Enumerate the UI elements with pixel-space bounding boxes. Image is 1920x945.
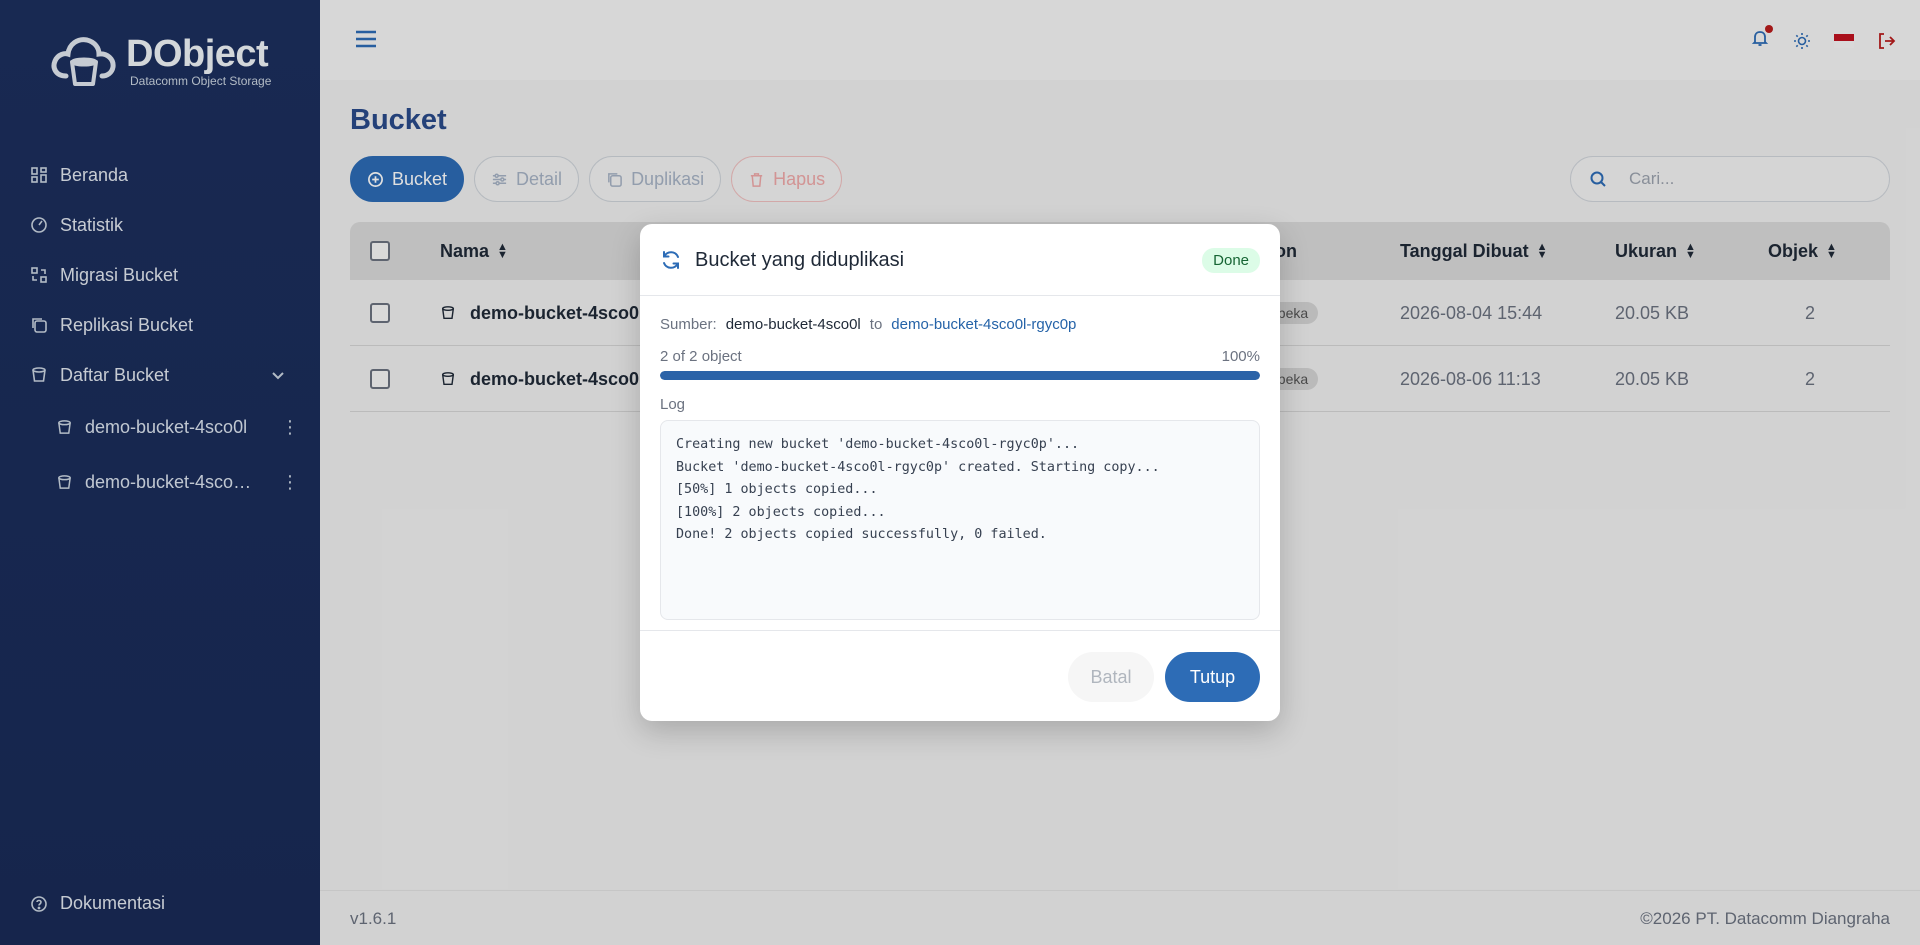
progress-bar [660, 371, 1260, 380]
destination-bucket: demo-bucket-4sco0l-rgyc0p [891, 316, 1077, 333]
progress-info: 2 of 2 object 100% [660, 348, 1260, 365]
to-label: to [869, 316, 883, 333]
source-destination: Sumber: demo-bucket-4sco0l to demo-bucke… [660, 316, 1076, 333]
log-output: Creating new bucket 'demo-bucket-4sco0l-… [660, 420, 1260, 620]
modal-header: Bucket yang diduplikasi Done [640, 224, 1280, 296]
progress-percent: 100% [1221, 348, 1260, 365]
modal-title: Bucket yang diduplikasi [695, 249, 905, 271]
refresh-icon [663, 251, 679, 269]
log-label: Log [660, 396, 686, 413]
duplicate-progress-modal: Bucket yang diduplikasi Done Sumber: dem… [640, 224, 1280, 721]
close-button[interactable]: Tutup [1165, 652, 1260, 702]
source-label: Sumber: [660, 316, 717, 333]
status-badge: Done [1202, 248, 1260, 273]
progress-text: 2 of 2 object [660, 348, 742, 365]
source-bucket: demo-bucket-4sco0l [725, 316, 861, 333]
cancel-button[interactable]: Batal [1068, 652, 1154, 702]
progress-bar-fill [660, 371, 1260, 380]
modal-footer: Batal Tutup [640, 630, 1280, 721]
